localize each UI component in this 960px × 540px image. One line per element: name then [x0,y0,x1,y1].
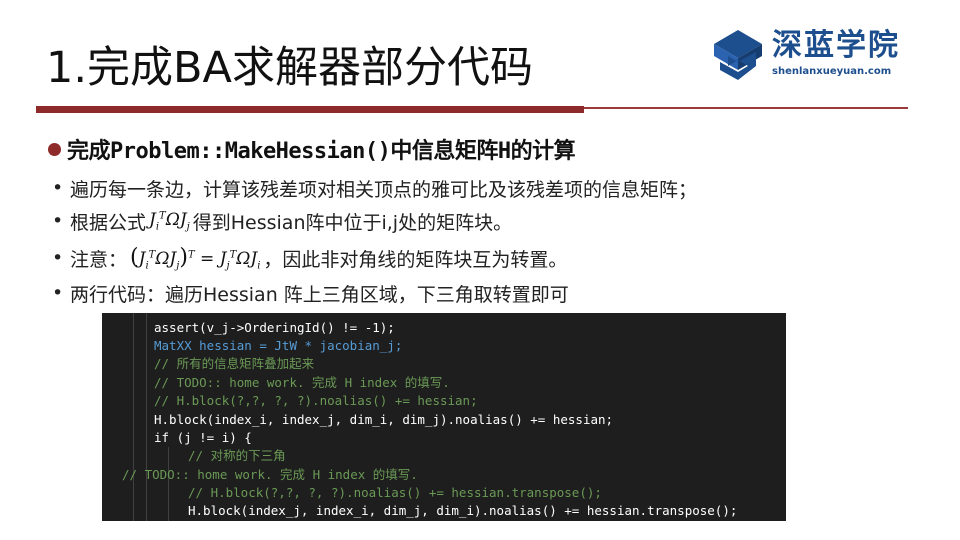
bullet-mark: • [52,210,64,232]
bullet-text: 遍历每一条边，计算该残差项对相关顶点的雅可比及该残差项的信息矩阵； [70,178,698,201]
bullet-item: • 两行代码：遍历Hessian 阵上三角区域，下三角取转置即可 [52,277,569,309]
bullet-mark: • [52,177,64,199]
headline-text: 完成Problem::MakeHessian()中信息矩阵H的计算 [67,139,576,164]
formula-hessian-block: JiTΩJj [149,209,190,233]
headline-bullet: 完成Problem::MakeHessian()中信息矩阵H的计算 [48,132,576,166]
bullet-item: • 注意： (JiTΩJj)T = JjTΩJi ，因此非对角线的矩阵块互为转置… [52,242,567,274]
bullet-mark: • [52,247,64,269]
bullet-mark: • [52,282,64,304]
formula-transpose-identity: (JiTΩJj)T = JjTΩJi [130,244,261,272]
brand-logo-icon [714,30,762,80]
bullet-text-post: ，因此非对角线的矩阵块互为转置。 [263,248,568,271]
title-accent-bar [36,106,584,113]
bullet-text-pre: 根据公式 [70,211,147,234]
bullet-text: 两行代码：遍历Hessian 阵上三角区域，下三角取转置即可 [70,283,569,306]
bullet-text-post: 得到Hessian阵中位于i,j处的矩阵块。 [192,211,513,234]
code-block: assert(v_j->OrderingId() != -1); MatXX h… [102,313,786,521]
brand-name: 深蓝学院 [772,28,900,63]
bullet-item: • 遍历每一条边，计算该残差项对相关顶点的雅可比及该残差项的信息矩阵； [52,172,697,204]
indent-guide [133,313,134,521]
brand-logo: 深蓝学院 shenlanxueyuan.com [710,26,920,84]
code-line: H.block(index_j, index_i, dim_j, dim_i).… [188,503,738,518]
bullet-dot-icon [48,142,61,156]
slide-title: 1.完成BA求解器部分代码 [46,43,533,93]
brand-url: shenlanxueyuan.com [772,66,892,77]
indent-guide [146,313,147,521]
bullet-text-pre: 注意： [70,248,128,271]
bullet-item: • 根据公式 JiTΩJj 得到Hessian阵中位于i,j处的矩阵块。 [52,205,512,237]
